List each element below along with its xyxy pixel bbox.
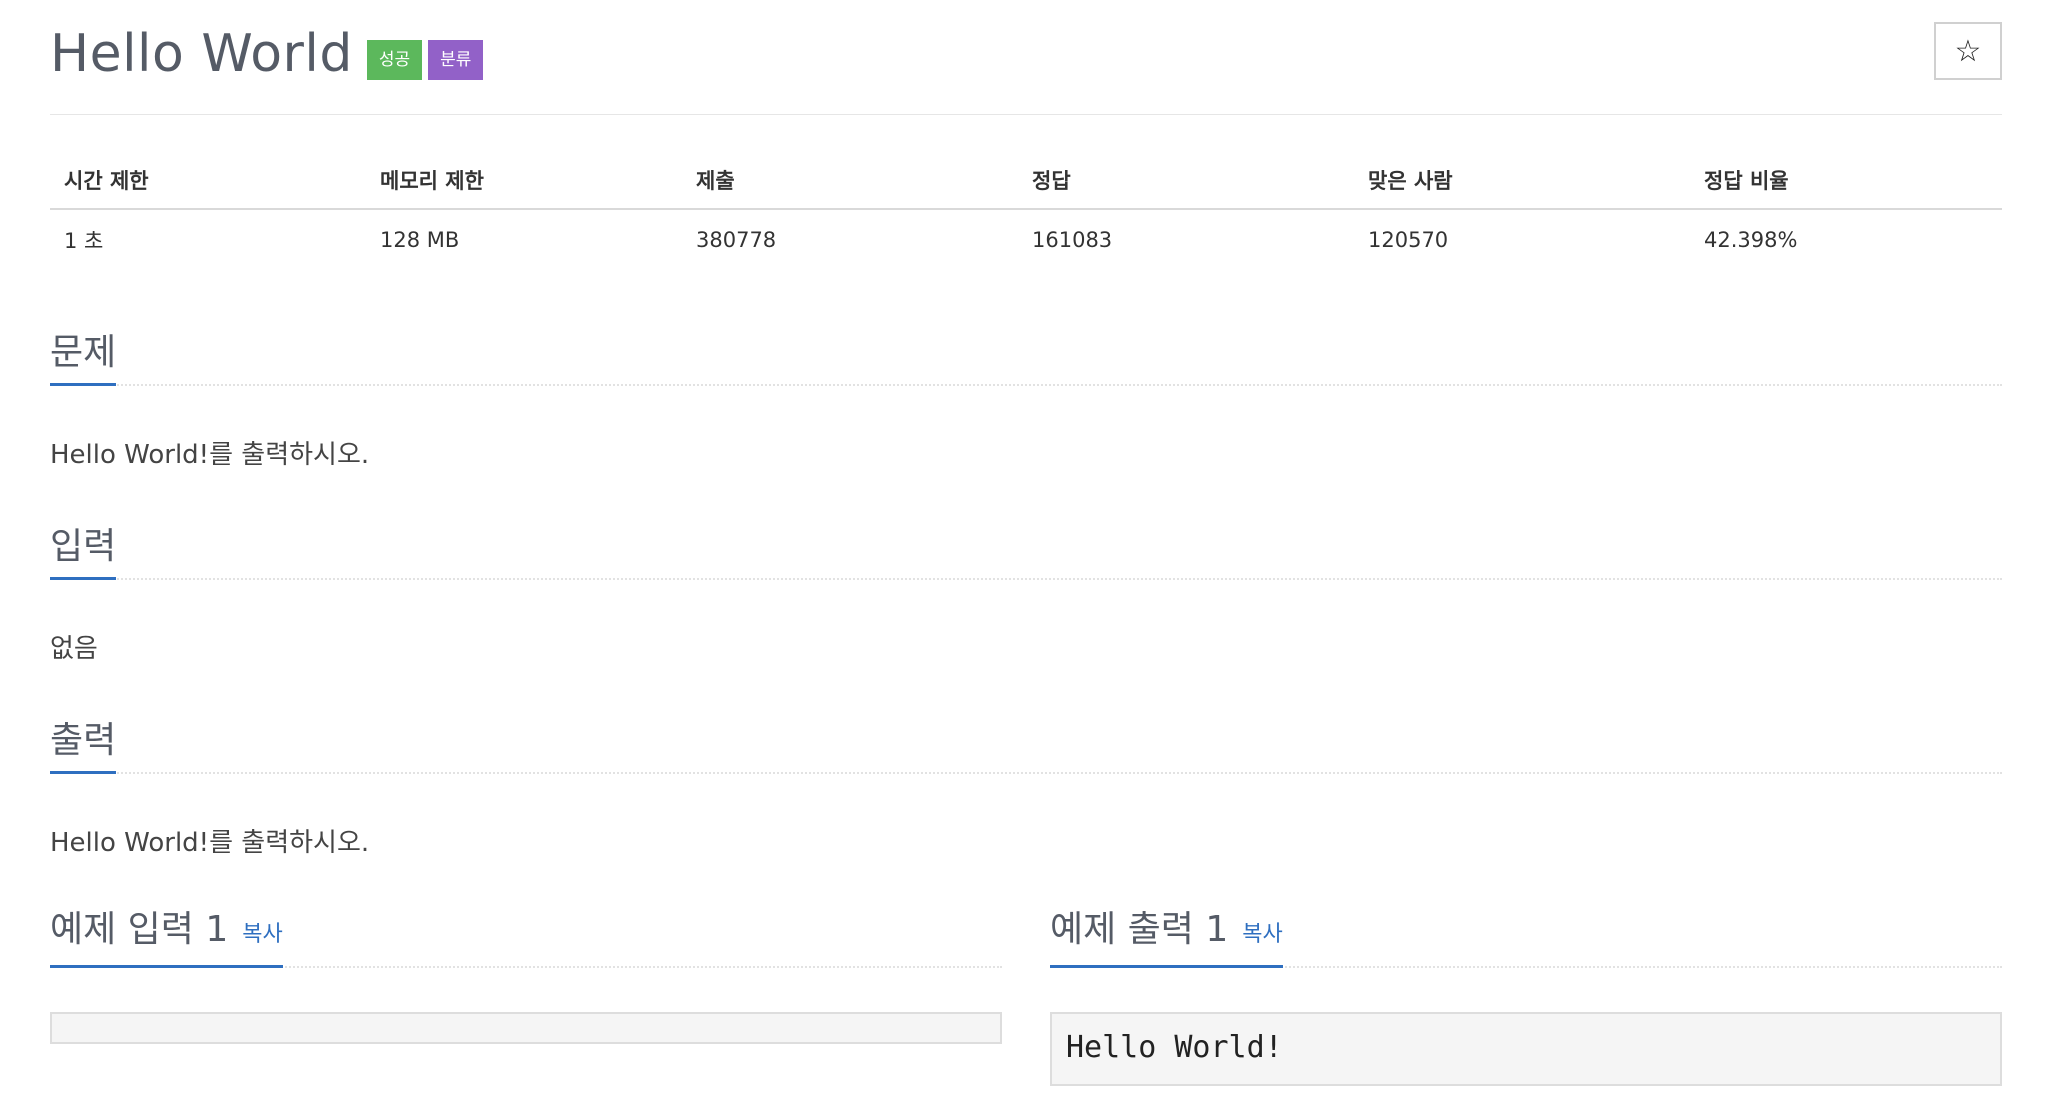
section-header: 예제 입력 1 복사 xyxy=(50,904,1002,968)
sample-input-title: 예제 입력 1 xyxy=(50,909,229,950)
output-text: Hello World!를 출력하시오. xyxy=(50,828,370,858)
section-input: 입력 없음 xyxy=(50,516,2002,665)
section-header: 예제 출력 1 복사 xyxy=(1050,904,2002,968)
section-title-output: 출력 xyxy=(50,719,117,774)
section-header: 입력 xyxy=(50,516,2002,580)
header-solved-users: 맞은 사람 xyxy=(1354,152,1690,210)
value-accept-ratio: 42.398% xyxy=(1704,228,1798,252)
value-time-limit: 1 초 xyxy=(64,229,104,253)
title-row: Hello World 성공 분류 xyxy=(50,22,484,86)
header-time-limit: 시간 제한 xyxy=(50,152,366,210)
value-memory-limit: 128 MB xyxy=(380,228,460,252)
sample-input-box xyxy=(50,1012,1002,1044)
sample-output-box: Hello World! xyxy=(1050,1012,2002,1086)
section-title-sample-output: 예제 출력 1 복사 xyxy=(1050,908,1283,968)
section-title-sample-input: 예제 입력 1 복사 xyxy=(50,908,283,968)
sample-output-column: 예제 출력 1 복사 Hello World! xyxy=(1050,904,2002,1086)
copy-sample-input-link[interactable]: 복사 xyxy=(242,922,282,947)
header-accepted: 정답 xyxy=(1018,152,1354,210)
problem-header: Hello World 성공 분류 ☆ xyxy=(50,0,2002,115)
header-memory-limit: 메모리 제한 xyxy=(366,152,682,210)
input-text: 없음 xyxy=(50,634,98,664)
value-accepted[interactable]: 161083 xyxy=(1018,209,1354,270)
favorite-star-button[interactable]: ☆ xyxy=(1934,22,2002,80)
star-icon: ☆ xyxy=(1954,33,1982,69)
problem-page: Hello World 성공 분류 ☆ 시간 제한 메모리 제한 제출 정답 맞… xyxy=(50,0,2002,1086)
section-output: 출력 Hello World!를 출력하시오. xyxy=(50,710,2002,859)
status-badge-success: 성공 xyxy=(366,40,423,80)
sample-input-column: 예제 입력 1 복사 xyxy=(50,904,1002,1044)
section-title-input: 입력 xyxy=(50,525,117,580)
category-badge[interactable]: 분류 xyxy=(428,40,484,80)
section-title-description: 문제 xyxy=(50,331,117,386)
value-solved-users[interactable]: 120570 xyxy=(1354,209,1690,270)
copy-sample-output-link[interactable]: 복사 xyxy=(1242,922,1282,947)
value-submissions[interactable]: 380778 xyxy=(682,209,1018,270)
problem-info-table: 시간 제한 메모리 제한 제출 정답 맞은 사람 정답 비율 1 초 128 M… xyxy=(50,152,2002,270)
section-description: 문제 Hello World!를 출력하시오. xyxy=(50,322,2002,471)
section-header: 문제 xyxy=(50,322,2002,386)
page-title: Hello World xyxy=(50,24,353,84)
sample-output-title: 예제 출력 1 xyxy=(1050,909,1229,950)
section-header: 출력 xyxy=(50,710,2002,774)
description-text: Hello World!를 출력하시오. xyxy=(50,440,370,470)
header-accept-ratio: 정답 비율 xyxy=(1690,152,2002,210)
table-row: 1 초 128 MB 380778 161083 120570 42.398% xyxy=(50,209,2002,270)
table-header-row: 시간 제한 메모리 제한 제출 정답 맞은 사람 정답 비율 xyxy=(50,152,2002,210)
header-submissions: 제출 xyxy=(682,152,1018,210)
